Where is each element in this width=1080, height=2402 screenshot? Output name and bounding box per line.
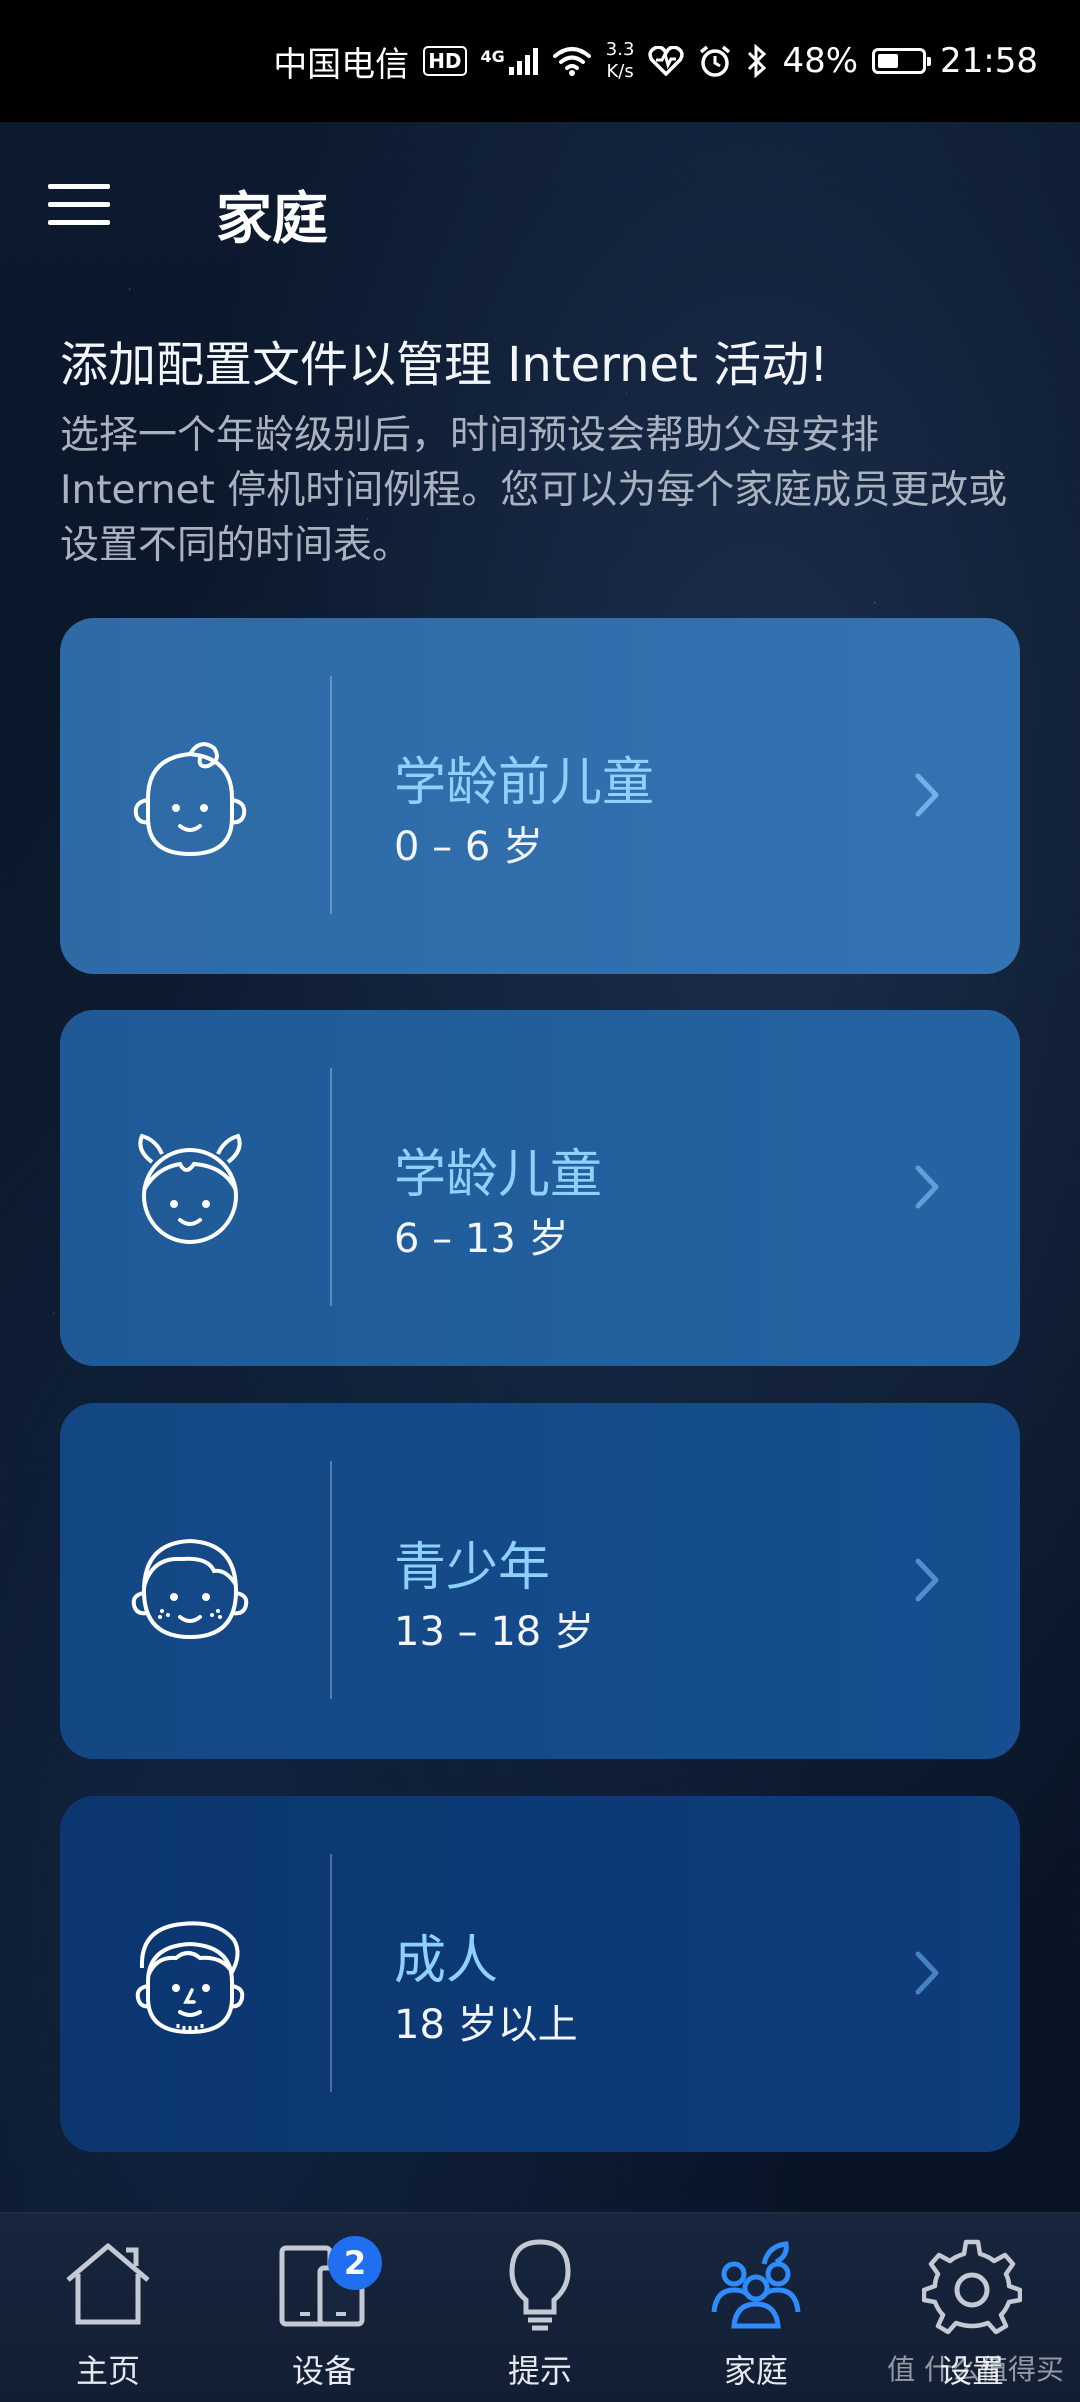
alarm-icon <box>700 45 731 77</box>
profile-age-range: 18 岁以上 <box>394 2002 578 2048</box>
tab-family[interactable]: 家庭 <box>648 2214 864 2402</box>
battery-level <box>878 54 899 68</box>
devices-count-badge: 2 <box>328 2236 382 2290</box>
intro-title: 添加配置文件以管理 Internet 活动! <box>60 337 829 393</box>
tab-label: 提示 <box>507 2352 572 2390</box>
card-divider <box>330 1854 332 2092</box>
tab-devices[interactable]: 2 设备 <box>216 2214 432 2402</box>
network-speed: 3.3 K/s <box>606 39 635 83</box>
profile-card-school-age[interactable]: 学龄儿童 6 – 13 岁 <box>60 1010 1020 1366</box>
page-title: 家庭 <box>216 187 328 252</box>
app-header: 家庭 <box>0 122 1080 292</box>
home-icon <box>66 2243 150 2325</box>
intro-section: 添加配置文件以管理 Internet 活动! 选择一个年龄级别后，时间预设会帮助… <box>60 332 1040 573</box>
chevron-right-icon <box>915 1165 939 1209</box>
network-type-label: 4G <box>480 47 505 66</box>
status-bar: 中国电信 HD 4G 3.3 K/s 48% 21:58 <box>0 0 1080 122</box>
menu-button[interactable] <box>48 184 110 230</box>
chevron-right-icon <box>915 773 939 817</box>
tab-label: 设备 <box>291 2352 356 2390</box>
watermark: 值 什么值得买 <box>887 2353 1064 2386</box>
card-divider <box>330 676 332 914</box>
carrier-label: 中国电信 <box>273 44 410 85</box>
speed-unit: K/s <box>606 61 634 82</box>
profile-age-range: 0 – 6 岁 <box>394 824 544 870</box>
signal-bars-icon <box>508 47 538 75</box>
family-icon <box>711 2241 801 2329</box>
profile-card-adult[interactable]: 成人 18 岁以上 <box>60 1796 1020 2152</box>
profile-age-range: 6 – 13 岁 <box>394 1216 569 1262</box>
profile-name: 成人 <box>394 1931 499 1991</box>
network-signal-icon: 4G <box>481 47 538 75</box>
tab-tips[interactable]: 提示 <box>432 2214 648 2402</box>
menu-bar-2 <box>48 202 110 207</box>
chevron-right-icon <box>915 1951 939 1995</box>
clock: 21:58 <box>940 41 1038 81</box>
bluetooth-icon <box>748 44 767 78</box>
teen-face-icon <box>131 1538 249 1640</box>
tab-label: 家庭 <box>723 2352 788 2390</box>
battery-icon <box>872 48 932 74</box>
speed-value: 3.3 <box>605 39 635 60</box>
menu-bar-1 <box>48 184 110 189</box>
girl-face-icon <box>138 1133 242 1244</box>
hd-icon: HD <box>423 46 467 76</box>
profile-age-range: 13 – 18 岁 <box>394 1609 594 1655</box>
battery-percent: 48% <box>782 41 859 81</box>
card-divider <box>330 1068 332 1306</box>
profile-card-teen[interactable]: 青少年 13 – 18 岁 <box>60 1403 1020 1759</box>
profile-name: 学龄儿童 <box>394 1145 603 1205</box>
menu-bar-3 <box>48 220 110 225</box>
intro-description: 选择一个年龄级别后，时间预设会帮助父母安排 Internet 停机时间例程。您可… <box>60 413 1008 568</box>
tab-home[interactable]: 主页 <box>0 2214 216 2402</box>
profile-name: 学龄前儿童 <box>394 753 655 813</box>
heart-health-icon <box>648 46 685 76</box>
lightbulb-icon <box>509 2239 571 2331</box>
gear-icon <box>922 2239 1022 2334</box>
chevron-right-icon <box>915 1558 939 1602</box>
card-divider <box>330 1461 332 1699</box>
profile-card-preschool[interactable]: 学龄前儿童 0 – 6 岁 <box>60 618 1020 974</box>
wifi-icon <box>552 47 591 76</box>
tab-label: 主页 <box>75 2352 140 2390</box>
baby-face-icon <box>133 742 247 857</box>
profile-name: 青少年 <box>394 1538 551 1598</box>
adult-face-icon <box>135 1921 245 2035</box>
